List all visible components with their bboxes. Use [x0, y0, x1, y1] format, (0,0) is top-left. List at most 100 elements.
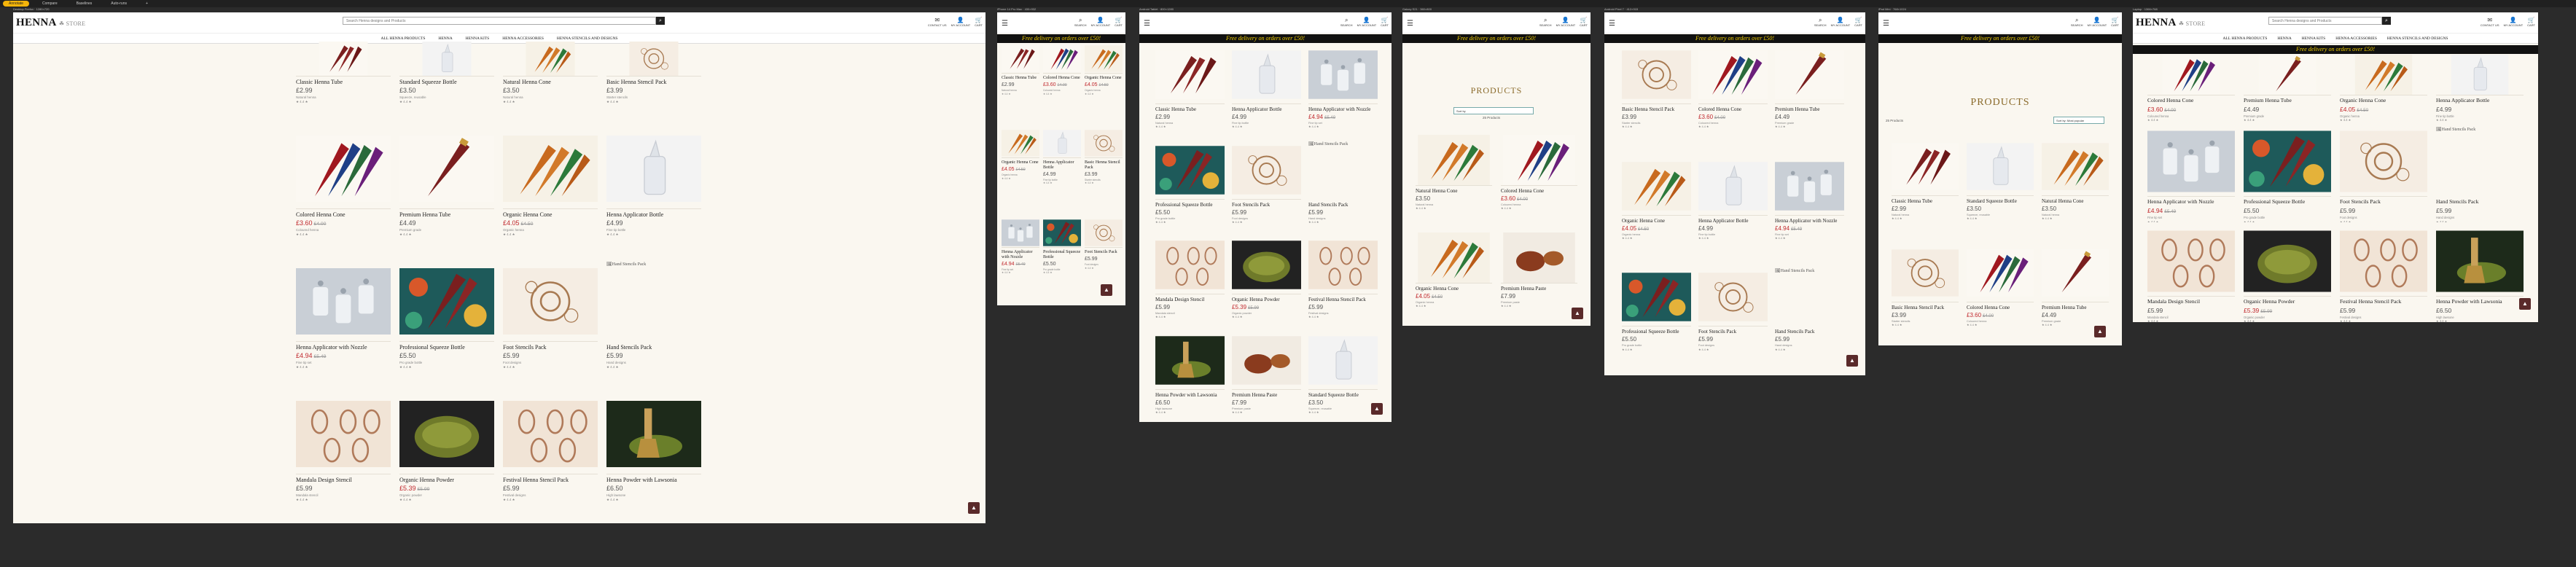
product-name[interactable]: Organic Henna Cone [1002, 160, 1039, 165]
product-image[interactable] [1967, 244, 2034, 302]
product-image[interactable] [1967, 138, 2034, 196]
search-link[interactable]: ⌕ SEARCH [1814, 17, 1827, 27]
product-image[interactable] [399, 42, 494, 77]
product-name[interactable]: Basic Henna Stencil Pack [1085, 160, 1123, 171]
scroll-top-button[interactable]: ▲ [1371, 403, 1383, 415]
tab-auto-runs[interactable]: Auto-runs [105, 1, 133, 7]
product-card[interactable]: Professional Squeeze Bottle £5.50 Pro grad… [1155, 141, 1225, 232]
product-image[interactable] [606, 42, 701, 77]
scroll-top-button[interactable]: ▲ [1101, 284, 1112, 296]
product-card[interactable]: Henna Applicator Bottle £4.99 Fine tip bot… [1698, 157, 1768, 265]
account-link[interactable]: 👤 MY ACCOUNT [1831, 17, 1851, 27]
product-card[interactable]: Mandala Design Stencil £5.99 Mandala stenc… [1155, 236, 1225, 327]
product-card[interactable]: Organic Henna Cone £4.05 £4.50 Organic henn… [1622, 157, 1691, 265]
product-name[interactable]: Colored Henna Cone [1501, 188, 1577, 194]
product-image[interactable] [1308, 332, 1378, 390]
product-card[interactable]: Premium Henna Tube £4.49 Premium grade ★ 4.… [1775, 46, 1844, 153]
product-card[interactable]: Colored Henna Cone £3.60 £4.00 Coloured hen… [296, 129, 391, 257]
product-card[interactable]: Henna Applicator Bottle £4.99 Fine tip bot… [1043, 129, 1081, 216]
product-image[interactable] [1775, 46, 1844, 104]
product-card[interactable]: Premium Henna Paste £7.99 Premium paste ★ 4… [1501, 232, 1577, 326]
nav-item[interactable]: ALL HENNA PRODUCTS [381, 36, 426, 41]
product-image[interactable] [1308, 236, 1378, 294]
product-image[interactable] [1698, 268, 1768, 327]
product-name[interactable]: Foot Stencils Pack [1085, 250, 1123, 255]
nav-item[interactable]: HENNA STENCILS AND DESIGNS [2387, 36, 2448, 41]
product-name[interactable]: Henna Applicator Bottle [606, 211, 701, 218]
product-name[interactable]: Mandala Design Stencil [2147, 298, 2235, 305]
product-name[interactable]: Henna Powder with Lawsonia [606, 477, 701, 483]
product-card[interactable]: Standard Squeeze Bottle £3.50 Squeeze, reu… [1967, 138, 2034, 240]
product-card[interactable]: Classic Henna Tube £2.99 Natural henna ★ 4.… [296, 42, 391, 125]
product-name[interactable]: Organic Henna Cone [2340, 97, 2427, 104]
nav-item[interactable]: HENNA KITS [2302, 36, 2326, 41]
nav-item[interactable]: ALL HENNA PRODUCTS [2223, 36, 2268, 41]
product-image[interactable] [1002, 129, 1039, 159]
nav-item[interactable]: HENNA KITS [466, 36, 490, 41]
product-card[interactable]: 🖼Hand Stencils Pack Hand Stencils Pack £5.… [1775, 268, 1844, 375]
product-image[interactable] [1085, 129, 1123, 159]
product-image[interactable] [1002, 44, 1039, 74]
product-name[interactable]: Foot Stencils Pack [1698, 329, 1768, 335]
product-image[interactable] [1155, 332, 1225, 390]
product-image[interactable] [1698, 46, 1768, 104]
product-name[interactable]: Premium Henna Tube [399, 211, 494, 218]
product-image[interactable] [2147, 227, 2235, 297]
nav-item[interactable]: HENNA ACCESSORIES [2335, 36, 2377, 41]
add-tab-button[interactable]: + [140, 1, 154, 7]
product-image[interactable] [1232, 236, 1301, 294]
nav-item[interactable]: HENNA ACCESSORIES [502, 36, 544, 41]
product-image[interactable]: 🖼Hand Stencils Pack [2436, 127, 2524, 197]
product-image[interactable] [399, 394, 494, 474]
product-card[interactable]: Colored Henna Cone £3.60 £4.00 Coloured hen… [1501, 135, 1577, 228]
product-card[interactable]: Natural Henna Cone £3.50 Natural henna ★ 4.… [2042, 138, 2109, 240]
product-card[interactable]: Foot Stencils Pack £5.99 Foot designs ★ 4.4… [503, 262, 598, 390]
product-card[interactable]: Premium Henna Tube £4.49 Premium grade ★ 4.… [2244, 55, 2331, 122]
product-name[interactable]: Standard Squeeze Bottle [1967, 198, 2034, 204]
tab-compare[interactable]: Compare [36, 1, 63, 7]
product-name[interactable]: Henna Applicator with Nozzle [1308, 106, 1378, 112]
product-image[interactable]: 🖼Hand Stencils Pack [606, 262, 701, 342]
product-card[interactable]: Mandala Design Stencil £5.99 Mandala stenc… [2147, 227, 2235, 322]
product-name[interactable]: Foot Stencils Pack [1232, 202, 1301, 208]
product-image[interactable] [606, 394, 701, 474]
product-card[interactable]: Henna Applicator Bottle £4.99 Fine tip bot… [606, 129, 701, 257]
product-card[interactable]: Festival Henna Stencil Pack £5.99 Festival… [503, 394, 598, 523]
search-link[interactable]: ⌕ SEARCH [1074, 17, 1087, 27]
product-name[interactable]: Organic Henna Cone [503, 211, 598, 218]
account-link[interactable]: 👤 MY ACCOUNT [951, 17, 971, 27]
product-card[interactable]: Henna Powder with Lawsonia £6.50 High laws… [606, 394, 701, 523]
product-image[interactable] [296, 129, 391, 209]
product-card[interactable]: Colored Henna Cone £3.60 £4.00 Coloured hen… [1043, 44, 1081, 126]
nav-item[interactable]: HENNA [438, 36, 452, 41]
product-name[interactable]: Basic Henna Stencil Pack [1892, 305, 1959, 310]
sort-select[interactable]: Sort by: Most popular [2053, 117, 2104, 124]
product-name[interactable]: Henna Applicator Bottle [1232, 106, 1301, 112]
contact-link[interactable]: ✉ CONTACT US [928, 17, 947, 27]
product-image[interactable] [1232, 141, 1301, 200]
product-card[interactable]: Henna Applicator with Nozzle £4.94 £5.49 Fi… [296, 262, 391, 390]
scroll-top-button[interactable]: ▲ [2519, 298, 2531, 310]
product-card[interactable]: Organic Henna Cone £4.05 £4.50 Organic henn… [1002, 129, 1039, 216]
product-image[interactable] [1622, 46, 1691, 104]
contact-link[interactable]: ✉ CONTACT US [2481, 17, 2499, 27]
product-card[interactable]: Natural Henna Cone £3.50 Natural henna ★ 4.… [1416, 135, 1492, 228]
product-card[interactable]: Festival Henna Stencil Pack £5.99 Festival… [2340, 227, 2427, 322]
cart-link[interactable]: 🛒 CART [975, 17, 983, 27]
product-card[interactable]: Basic Henna Stencil Pack £3.99 Starter ste… [1892, 244, 1959, 346]
product-card[interactable]: Henna Applicator with Nozzle £4.94 £5.49 Fi… [2147, 127, 2235, 222]
product-image[interactable] [1085, 219, 1123, 249]
product-image[interactable] [296, 394, 391, 474]
product-name[interactable]: Professional Squeeze Bottle [1043, 250, 1081, 260]
product-card[interactable]: Natural Henna Cone £3.50 Natural henna ★ 4.… [503, 42, 598, 125]
product-card[interactable]: Festival Henna Stencil Pack £5.99 Festival… [1308, 236, 1378, 327]
scroll-top-button[interactable]: ▲ [968, 502, 980, 514]
product-image[interactable] [2340, 127, 2427, 198]
product-name[interactable]: Foot Stencils Pack [2340, 199, 2427, 206]
account-link[interactable]: 👤 MY ACCOUNT [2088, 17, 2107, 27]
product-card[interactable]: Henna Powder with Lawsonia £6.50 High laws… [2436, 227, 2524, 322]
product-card[interactable]: Mandala Design Stencil £5.99 Mandala stenc… [296, 394, 391, 523]
product-card[interactable]: Henna Applicator Bottle £4.99 Fine tip bot… [1232, 46, 1301, 137]
product-image[interactable] [1232, 46, 1301, 104]
product-name[interactable]: Basic Henna Stencil Pack [1622, 106, 1691, 112]
